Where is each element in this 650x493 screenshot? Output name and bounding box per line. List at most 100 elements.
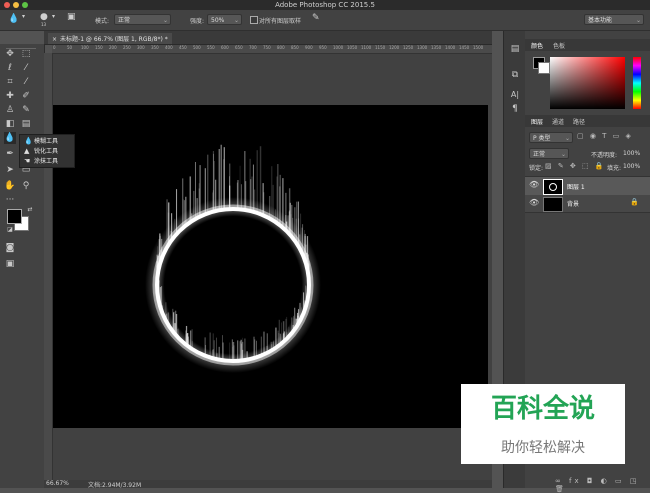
properties-panel-icon[interactable]: ⧉ xyxy=(509,69,521,81)
ruler-tick-label: 1100 xyxy=(361,45,372,50)
ruler-tick-label: 100 xyxy=(81,45,89,50)
blend-mode-select[interactable]: 正常 ⌄ xyxy=(529,148,569,159)
flyout-item-sharpen[interactable]: ▲ 锐化工具 xyxy=(24,146,58,156)
strength-label: 强度: xyxy=(190,18,205,25)
history-brush-tool-icon[interactable]: ✎ xyxy=(20,104,32,116)
tab-layers[interactable]: 图层 xyxy=(531,117,543,126)
crop-tool-icon[interactable]: ⌗ xyxy=(4,76,16,88)
watermark-title: 百科全说 xyxy=(461,384,625,436)
blur-icon: 💧 xyxy=(24,137,33,145)
ruler-tick-label: 600 xyxy=(221,45,229,50)
tab-color[interactable]: 颜色 xyxy=(531,41,543,50)
eye-icon[interactable]: 👁 xyxy=(529,198,539,207)
hand-tool-icon[interactable]: ✋ xyxy=(4,180,16,192)
swap-colors-icon[interactable]: ⇄ xyxy=(24,204,36,216)
eye-icon[interactable]: 👁 xyxy=(529,180,539,189)
eraser-tool-icon[interactable]: ◧ xyxy=(4,118,16,130)
ruler-tick-label: 700 xyxy=(249,45,257,50)
opacity-label: 不透明度: xyxy=(591,152,618,159)
layer-name[interactable]: 图层 1 xyxy=(567,182,585,191)
layer-actions-bar[interactable]: ∞ fx ◘ ◐ ▭ ◳ 🗑 xyxy=(555,477,650,493)
mode-label: 模式: xyxy=(95,18,110,25)
layer-row[interactable]: 👁 背景 🔒 xyxy=(525,195,650,213)
zoom-level[interactable]: 66.67% xyxy=(46,480,69,487)
character-panel-icon[interactable]: A| xyxy=(509,89,521,101)
default-colors-icon[interactable]: ◪ xyxy=(4,224,16,236)
watermark-logo: 百科全说 助你轻松解决 xyxy=(461,384,625,464)
zoom-tool-icon[interactable]: ⚲ xyxy=(20,180,32,192)
flyout-item-blur[interactable]: 💧模糊工具 xyxy=(24,136,58,146)
close-tab-icon[interactable]: × xyxy=(52,36,57,43)
magic-wand-tool-icon[interactable]: ⁄ xyxy=(20,62,32,74)
strength-select[interactable]: 50% ⌄ xyxy=(207,14,242,25)
brush-panel-toggle-icon[interactable]: ▣ xyxy=(67,12,76,22)
fill-value[interactable]: 100% xyxy=(623,163,640,170)
pressure-strength-icon[interactable]: ✎ xyxy=(312,13,320,23)
ruler-tick-label: 1350 xyxy=(431,45,442,50)
ruler-tick-label: 1250 xyxy=(403,45,414,50)
screen-mode-icon[interactable]: ▣ xyxy=(4,258,16,270)
ruler-tick-label: 1150 xyxy=(375,45,386,50)
color-field[interactable] xyxy=(550,57,625,109)
lock-icons[interactable]: ▨ ✎ ✥ ⬚ 🔒 xyxy=(545,162,606,170)
path-selection-tool-icon[interactable]: ➤ xyxy=(4,164,16,176)
panel-background-swatch[interactable] xyxy=(538,62,550,74)
more-tools-icon[interactable]: ··· xyxy=(4,194,16,206)
blend-mode-value: 正常 xyxy=(533,151,546,158)
layer-name[interactable]: 背景 xyxy=(567,199,579,208)
chevron-down-icon: ⌄ xyxy=(560,151,566,158)
tool-preset-dropdown[interactable]: ▾ xyxy=(22,13,25,20)
layer-filter-icons[interactable]: ▢ ◉ T ▭ ◈ xyxy=(577,132,633,140)
foreground-color-swatch[interactable] xyxy=(7,209,22,224)
blur-tool-preset-icon[interactable]: 💧 xyxy=(8,14,19,24)
close-window-button[interactable] xyxy=(4,2,10,8)
ruler-tick-label: 1000 xyxy=(333,45,344,50)
flyout-item-label: 锐化工具 xyxy=(34,148,59,155)
ruler-tick-label: 150 xyxy=(95,45,103,50)
marquee-tool-icon[interactable]: ⬚ xyxy=(20,48,32,60)
opacity-value[interactable]: 100% xyxy=(623,150,640,157)
document-canvas[interactable] xyxy=(53,105,488,428)
workspace-value: 基本功能 xyxy=(588,17,613,24)
chevron-down-icon: ⌄ xyxy=(564,135,570,142)
sample-all-checkbox[interactable] xyxy=(250,16,258,24)
move-tool-icon[interactable]: ✥ xyxy=(4,48,16,60)
mode-select[interactable]: 正常 ⌄ xyxy=(114,14,171,25)
glow-ring-artwork xyxy=(145,144,321,373)
vertical-ruler[interactable] xyxy=(44,53,53,488)
layer-thumbnail xyxy=(543,197,563,212)
blur-tool-icon[interactable]: 💧 xyxy=(4,132,16,144)
tab-paths[interactable]: 路径 xyxy=(573,117,585,126)
quick-mask-icon[interactable]: ◙ xyxy=(4,242,16,254)
status-bar: 66.67% 文档:2.94M/3.92M xyxy=(44,480,492,489)
maximize-window-button[interactable] xyxy=(22,2,28,8)
gradient-tool-icon[interactable]: ▤ xyxy=(20,118,32,130)
ruler-tick-label: 0 xyxy=(53,45,56,50)
document-tab[interactable]: × 未标题-1 @ 66.7% (图层 1, RGB/8*) * xyxy=(48,33,172,44)
horizontal-ruler[interactable]: 0 50 100 150 200 250 300 350 400 450 500 550 600 650 7… xyxy=(52,45,492,54)
minimize-window-button[interactable] xyxy=(13,2,19,8)
brush-preset-icon[interactable]: ● xyxy=(40,12,48,22)
document-tab-bar: × 未标题-1 @ 66.7% (图层 1, RGB/8*) * xyxy=(44,31,492,45)
brush-dropdown-icon[interactable]: ▾ xyxy=(52,13,55,20)
pen-tool-icon[interactable]: ✒ xyxy=(4,148,16,160)
eyedropper-tool-icon[interactable]: ⁄ xyxy=(20,76,32,88)
tab-channels[interactable]: 通道 xyxy=(552,117,564,126)
healing-brush-tool-icon[interactable]: ✚ xyxy=(4,90,16,102)
layer-row-selected[interactable]: 👁 图层 1 xyxy=(525,176,650,196)
strength-value: 50% xyxy=(211,17,225,24)
layer-filter-select[interactable]: P 类型 ⌄ xyxy=(529,132,573,143)
ruler-tick-label: 450 xyxy=(179,45,187,50)
tools-panel: ✥ ⬚ ℓ ⁄ ⌗ ⁄ ✚ ✐ ♙ ✎ ◧ ▤ 💧 ◔ ✒ T ➤ ▭ ✋ ⚲ … xyxy=(0,44,45,488)
layers-panel-tabs: 图层 通道 路径 xyxy=(525,115,650,127)
history-panel-icon[interactable]: ▤ xyxy=(509,43,521,55)
lasso-tool-icon[interactable]: ℓ xyxy=(4,62,16,74)
brush-tool-icon[interactable]: ✐ xyxy=(20,90,32,102)
workspace-select[interactable]: 基本功能 ⌄ xyxy=(584,14,644,25)
paragraph-panel-icon[interactable]: ¶ xyxy=(509,103,521,115)
tab-swatches[interactable]: 色板 xyxy=(553,41,565,50)
hue-slider[interactable] xyxy=(633,57,641,109)
clone-stamp-tool-icon[interactable]: ♙ xyxy=(4,104,16,116)
flyout-item-smudge[interactable]: ☚ 涂抹工具 xyxy=(24,156,58,166)
ruler-tick-label: 1450 xyxy=(459,45,470,50)
